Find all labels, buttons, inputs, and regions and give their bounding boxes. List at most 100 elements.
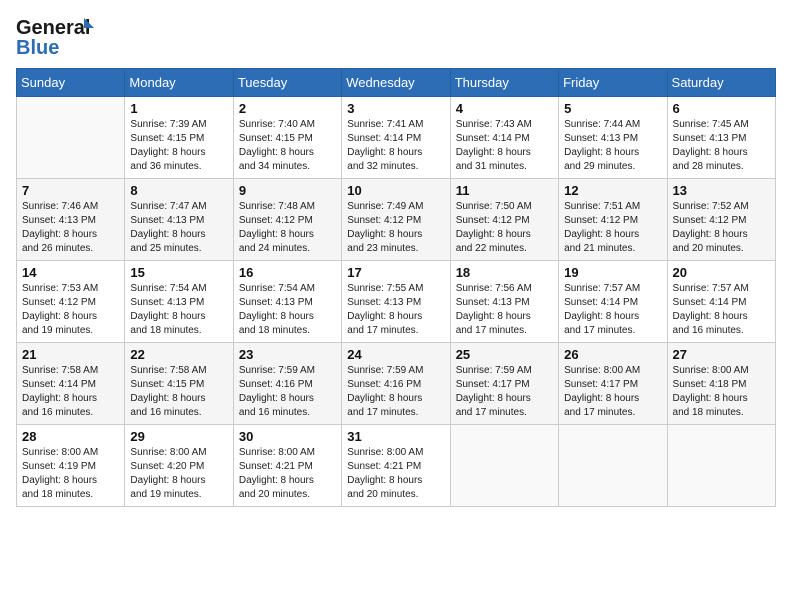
day-number: 5 xyxy=(564,101,661,116)
day-number: 11 xyxy=(456,183,553,198)
day-number: 30 xyxy=(239,429,336,444)
day-info: Sunrise: 7:53 AM Sunset: 4:12 PM Dayligh… xyxy=(22,282,119,338)
day-info: Sunrise: 7:46 AM Sunset: 4:13 PM Dayligh… xyxy=(22,200,119,256)
day-info: Sunrise: 7:57 AM Sunset: 4:14 PM Dayligh… xyxy=(564,282,661,338)
day-number: 25 xyxy=(456,347,553,362)
calendar-day-cell: 31 Sunrise: 8:00 AM Sunset: 4:21 PM Dayli… xyxy=(342,425,450,507)
svg-text:General: General xyxy=(16,17,90,39)
day-info: Sunrise: 7:49 AM Sunset: 4:12 PM Dayligh… xyxy=(347,200,444,256)
day-info: Sunrise: 7:51 AM Sunset: 4:12 PM Dayligh… xyxy=(564,200,661,256)
day-number: 19 xyxy=(564,265,661,280)
day-number: 31 xyxy=(347,429,444,444)
weekday-header-sunday: Sunday xyxy=(17,69,125,97)
calendar-day-cell: 4 Sunrise: 7:43 AM Sunset: 4:14 PM Daylig… xyxy=(450,97,558,179)
calendar-day-cell: 18Sunrise: 7:56 AM Sunset: 4:13 PM Dayli… xyxy=(450,261,558,343)
calendar-day-cell: 17 Sunrise: 7:55 AM Sunset: 4:13 PM Dayli… xyxy=(342,261,450,343)
day-number: 2 xyxy=(239,101,336,116)
calendar-day-cell: 10 Sunrise: 7:49 AM Sunset: 4:12 PM Dayli… xyxy=(342,179,450,261)
calendar-week-row: 28Sunrise: 8:00 AM Sunset: 4:19 PM Dayli… xyxy=(17,425,776,507)
day-info: Sunrise: 8:00 AM Sunset: 4:18 PM Dayligh… xyxy=(673,364,770,420)
day-info: Sunrise: 8:00 AM Sunset: 4:19 PM Dayligh… xyxy=(22,446,119,502)
calendar-day-cell: 6 Sunrise: 7:45 AM Sunset: 4:13 PM Daylig… xyxy=(667,97,775,179)
day-number: 10 xyxy=(347,183,444,198)
weekday-header-friday: Friday xyxy=(559,69,667,97)
day-number: 9 xyxy=(239,183,336,198)
calendar-day-cell: 27 Sunrise: 8:00 AM Sunset: 4:18 PM Dayli… xyxy=(667,343,775,425)
day-info: Sunrise: 7:43 AM Sunset: 4:14 PM Dayligh… xyxy=(456,118,553,174)
calendar-day-cell: 24 Sunrise: 7:59 AM Sunset: 4:16 PM Dayli… xyxy=(342,343,450,425)
day-number: 18 xyxy=(456,265,553,280)
calendar-day-cell xyxy=(667,425,775,507)
day-info: Sunrise: 8:00 AM Sunset: 4:21 PM Dayligh… xyxy=(347,446,444,502)
calendar-week-row: 14 Sunrise: 7:53 AM Sunset: 4:12 PM Dayli… xyxy=(17,261,776,343)
day-number: 13 xyxy=(673,183,770,198)
day-number: 8 xyxy=(130,183,227,198)
calendar-week-row: 7 Sunrise: 7:46 AM Sunset: 4:13 PM Daylig… xyxy=(17,179,776,261)
calendar-day-cell: 26 Sunrise: 8:00 AM Sunset: 4:17 PM Dayli… xyxy=(559,343,667,425)
calendar-week-row: 21 Sunrise: 7:58 AM Sunset: 4:14 PM Dayli… xyxy=(17,343,776,425)
day-number: 27 xyxy=(673,347,770,362)
day-info: Sunrise: 7:59 AM Sunset: 4:16 PM Dayligh… xyxy=(347,364,444,420)
calendar-day-cell: 20Sunrise: 7:57 AM Sunset: 4:14 PM Dayli… xyxy=(667,261,775,343)
day-info: Sunrise: 8:00 AM Sunset: 4:21 PM Dayligh… xyxy=(239,446,336,502)
calendar-day-cell: 2 Sunrise: 7:40 AM Sunset: 4:15 PM Daylig… xyxy=(233,97,341,179)
day-number: 22 xyxy=(130,347,227,362)
day-info: Sunrise: 7:48 AM Sunset: 4:12 PM Dayligh… xyxy=(239,200,336,256)
day-info: Sunrise: 7:45 AM Sunset: 4:13 PM Dayligh… xyxy=(673,118,770,174)
day-info: Sunrise: 7:52 AM Sunset: 4:12 PM Dayligh… xyxy=(673,200,770,256)
day-number: 12 xyxy=(564,183,661,198)
weekday-header-row: SundayMondayTuesdayWednesdayThursdayFrid… xyxy=(17,69,776,97)
day-info: Sunrise: 7:58 AM Sunset: 4:14 PM Dayligh… xyxy=(22,364,119,420)
calendar-day-cell: 9 Sunrise: 7:48 AM Sunset: 4:12 PM Daylig… xyxy=(233,179,341,261)
calendar-day-cell: 29 Sunrise: 8:00 AM Sunset: 4:20 PM Dayli… xyxy=(125,425,233,507)
calendar-day-cell: 30 Sunrise: 8:00 AM Sunset: 4:21 PM Dayli… xyxy=(233,425,341,507)
day-info: Sunrise: 7:41 AM Sunset: 4:14 PM Dayligh… xyxy=(347,118,444,174)
calendar-day-cell: 8 Sunrise: 7:47 AM Sunset: 4:13 PM Daylig… xyxy=(125,179,233,261)
day-info: Sunrise: 7:44 AM Sunset: 4:13 PM Dayligh… xyxy=(564,118,661,174)
day-number: 7 xyxy=(22,183,119,198)
calendar-day-cell xyxy=(17,97,125,179)
day-number: 3 xyxy=(347,101,444,116)
day-info: Sunrise: 8:00 AM Sunset: 4:17 PM Dayligh… xyxy=(564,364,661,420)
page-header: GeneralBlue xyxy=(16,16,776,58)
day-info: Sunrise: 7:50 AM Sunset: 4:12 PM Dayligh… xyxy=(456,200,553,256)
day-info: Sunrise: 8:00 AM Sunset: 4:20 PM Dayligh… xyxy=(130,446,227,502)
day-number: 26 xyxy=(564,347,661,362)
weekday-header-monday: Monday xyxy=(125,69,233,97)
weekday-header-saturday: Saturday xyxy=(667,69,775,97)
calendar-day-cell xyxy=(559,425,667,507)
day-info: Sunrise: 7:47 AM Sunset: 4:13 PM Dayligh… xyxy=(130,200,227,256)
day-number: 6 xyxy=(673,101,770,116)
svg-text:Blue: Blue xyxy=(16,37,59,58)
day-number: 1 xyxy=(130,101,227,116)
logo-svg: GeneralBlue xyxy=(16,16,106,58)
day-number: 17 xyxy=(347,265,444,280)
calendar-day-cell xyxy=(450,425,558,507)
calendar-day-cell: 19 Sunrise: 7:57 AM Sunset: 4:14 PM Dayli… xyxy=(559,261,667,343)
calendar-day-cell: 5 Sunrise: 7:44 AM Sunset: 4:13 PM Daylig… xyxy=(559,97,667,179)
day-info: Sunrise: 7:59 AM Sunset: 4:17 PM Dayligh… xyxy=(456,364,553,420)
calendar-day-cell: 1 Sunrise: 7:39 AM Sunset: 4:15 PM Daylig… xyxy=(125,97,233,179)
calendar-day-cell: 15Sunrise: 7:54 AM Sunset: 4:13 PM Dayli… xyxy=(125,261,233,343)
calendar-day-cell: 25 Sunrise: 7:59 AM Sunset: 4:17 PM Dayli… xyxy=(450,343,558,425)
weekday-header-wednesday: Wednesday xyxy=(342,69,450,97)
day-number: 21 xyxy=(22,347,119,362)
calendar-day-cell: 3 Sunrise: 7:41 AM Sunset: 4:14 PM Daylig… xyxy=(342,97,450,179)
day-number: 29 xyxy=(130,429,227,444)
day-number: 23 xyxy=(239,347,336,362)
day-info: Sunrise: 7:39 AM Sunset: 4:15 PM Dayligh… xyxy=(130,118,227,174)
day-info: Sunrise: 7:40 AM Sunset: 4:15 PM Dayligh… xyxy=(239,118,336,174)
calendar-day-cell: 28Sunrise: 8:00 AM Sunset: 4:19 PM Dayli… xyxy=(17,425,125,507)
calendar-day-cell: 21 Sunrise: 7:58 AM Sunset: 4:14 PM Dayli… xyxy=(17,343,125,425)
day-number: 16 xyxy=(239,265,336,280)
calendar-table: SundayMondayTuesdayWednesdayThursdayFrid… xyxy=(16,68,776,507)
calendar-day-cell: 11 Sunrise: 7:50 AM Sunset: 4:12 PM Dayli… xyxy=(450,179,558,261)
day-number: 14 xyxy=(22,265,119,280)
day-info: Sunrise: 7:55 AM Sunset: 4:13 PM Dayligh… xyxy=(347,282,444,338)
day-info: Sunrise: 7:58 AM Sunset: 4:15 PM Dayligh… xyxy=(130,364,227,420)
day-info: Sunrise: 7:54 AM Sunset: 4:13 PM Dayligh… xyxy=(130,282,227,338)
calendar-day-cell: 12 Sunrise: 7:51 AM Sunset: 4:12 PM Dayli… xyxy=(559,179,667,261)
day-number: 4 xyxy=(456,101,553,116)
day-number: 24 xyxy=(347,347,444,362)
weekday-header-tuesday: Tuesday xyxy=(233,69,341,97)
